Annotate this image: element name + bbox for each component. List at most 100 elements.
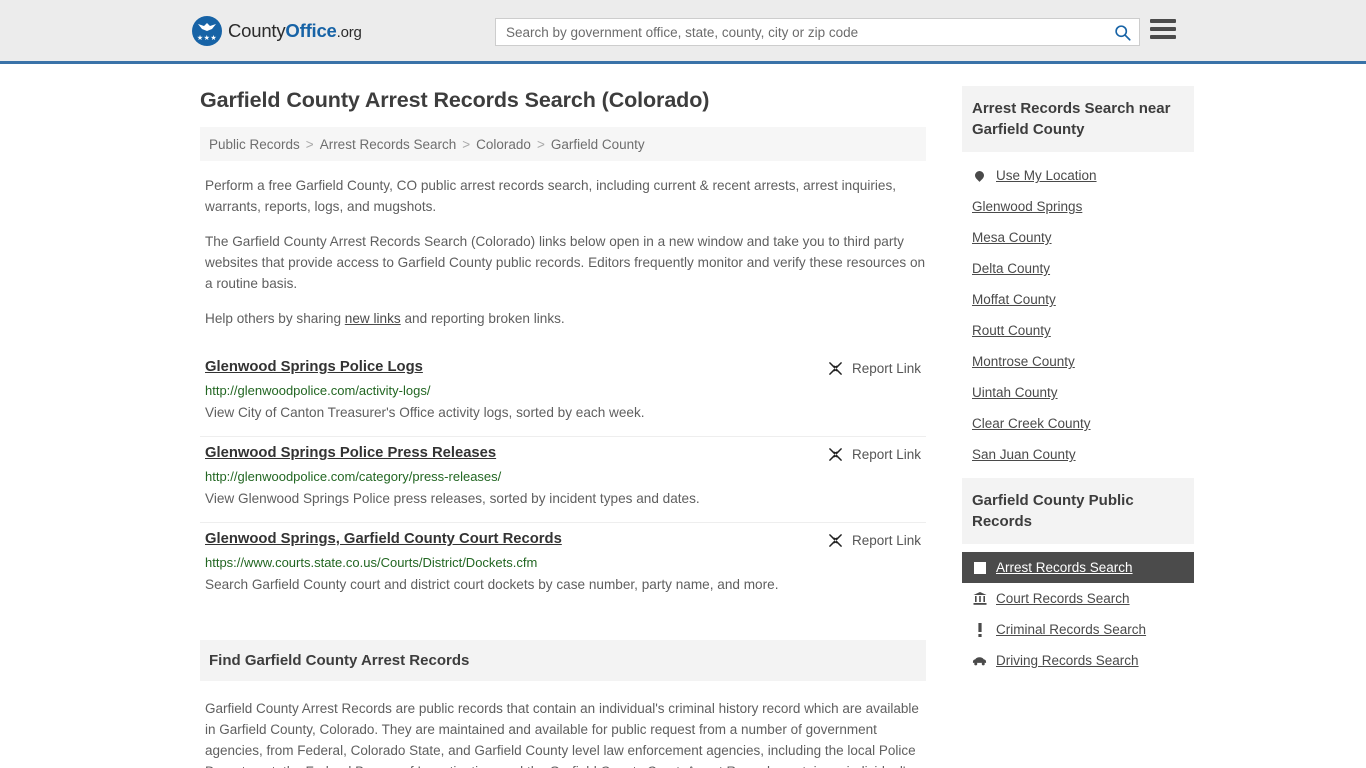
sidebar-item-routt-county[interactable]: Routt County	[962, 315, 1194, 346]
sidebar-item-label: Arrest Records Search	[996, 560, 1133, 575]
list-item: Glenwood Springs Police Logs Report Link…	[200, 351, 926, 437]
hamburger-bar	[1150, 19, 1176, 23]
report-link-button[interactable]: Report Link	[828, 445, 921, 462]
logo-wordmark: CountyOffice.org	[228, 20, 362, 42]
find-records-body: Garfield County Arrest Records are publi…	[200, 698, 926, 768]
sidebar-item-label: Use My Location	[996, 168, 1097, 183]
intro-text: Perform a free Garfield County, CO publi…	[200, 175, 926, 329]
logo-stars: ★★★	[196, 34, 218, 42]
breadcrumb-separator: >	[462, 136, 471, 152]
sidebar-item-label: Clear Creek County	[972, 416, 1091, 431]
list-item: Glenwood Springs, Garfield County Court …	[200, 523, 926, 608]
help-prefix: Help others by sharing	[205, 311, 345, 326]
nearby-searches-list: Use My Location Glenwood Springs Mesa Co…	[962, 152, 1194, 470]
search-input[interactable]	[496, 19, 1105, 45]
nearby-searches-box: Arrest Records Search near Garfield Coun…	[962, 86, 1194, 470]
sidebar-item-court-records-search[interactable]: Court Records Search	[962, 583, 1194, 614]
report-link-label: Report Link	[851, 447, 921, 462]
resource-url[interactable]: http://glenwoodpolice.com/category/press…	[205, 469, 921, 484]
link-row: Glenwood Springs Police Press Releases R…	[205, 445, 921, 462]
sidebar-item-use-my-location[interactable]: Use My Location	[962, 160, 1194, 191]
sidebar-item-uintah-county[interactable]: Uintah County	[962, 377, 1194, 408]
hamburger-bar	[1150, 27, 1176, 31]
countyoffice-eagle-logo-icon: ★★★	[192, 15, 222, 46]
resource-title-link[interactable]: Glenwood Springs Police Logs	[205, 359, 423, 375]
sidebar-item-label: Court Records Search	[996, 591, 1130, 606]
resource-url[interactable]: http://glenwoodpolice.com/activity-logs/	[205, 383, 921, 398]
find-records-paragraph: Garfield County Arrest Records are publi…	[205, 701, 919, 768]
breadcrumb-item-arrest-records-search[interactable]: Arrest Records Search	[320, 137, 457, 152]
sidebar-item-glenwood-springs[interactable]: Glenwood Springs	[962, 191, 1194, 222]
breadcrumb-item-garfield-county[interactable]: Garfield County	[551, 137, 645, 152]
sidebar-item-montrose-county[interactable]: Montrose County	[962, 346, 1194, 377]
resource-url[interactable]: https://www.courts.state.co.us/Courts/Di…	[205, 555, 921, 570]
resource-title-link[interactable]: Glenwood Springs Police Press Releases	[205, 445, 496, 461]
sidebar-item-label: Mesa County	[972, 230, 1052, 245]
public-records-heading: Garfield County Public Records	[972, 492, 1134, 530]
nearby-searches-header: Arrest Records Search near Garfield Coun…	[962, 86, 1194, 152]
car-icon	[972, 656, 987, 666]
breadcrumb-item-colorado[interactable]: Colorado	[476, 137, 531, 152]
report-link-button[interactable]: Report Link	[828, 359, 921, 376]
sidebar-item-san-juan-county[interactable]: San Juan County	[962, 439, 1194, 470]
sidebar-item-driving-records-search[interactable]: Driving Records Search	[962, 645, 1194, 676]
sidebar-item-label: Routt County	[972, 323, 1051, 338]
page-title: Garfield County Arrest Records Search (C…	[200, 88, 710, 112]
hamburger-bar	[1150, 35, 1176, 39]
search-button[interactable]	[1105, 19, 1139, 45]
broken-link-icon	[829, 448, 842, 461]
logo-text-county: County	[228, 19, 286, 41]
search-bar[interactable]	[495, 18, 1140, 46]
report-link-label: Report Link	[851, 533, 921, 548]
search-icon	[1114, 24, 1131, 41]
public-records-box: Garfield County Public Records Arrest Re…	[962, 478, 1194, 676]
resource-description: Search Garfield County court and distric…	[205, 577, 779, 592]
broken-link-icon	[829, 534, 842, 547]
square-icon	[972, 561, 987, 574]
intro-paragraph-1: Perform a free Garfield County, CO publi…	[205, 178, 897, 214]
logo-text-org: .org	[336, 23, 362, 41]
sidebar-item-mesa-county[interactable]: Mesa County	[962, 222, 1194, 253]
sidebar-item-criminal-records-search[interactable]: Criminal Records Search	[962, 614, 1194, 645]
new-links-link[interactable]: new links	[345, 311, 401, 326]
hamburger-menu-icon[interactable]	[1150, 19, 1176, 39]
breadcrumb-item-public-records[interactable]: Public Records	[209, 137, 300, 152]
help-suffix: and reporting broken links.	[400, 311, 565, 326]
eagle-icon	[198, 22, 216, 31]
sidebar-item-label: Uintah County	[972, 385, 1058, 400]
sidebar-item-clear-creek-county[interactable]: Clear Creek County	[962, 408, 1194, 439]
main-content: Garfield County Arrest Records Search (C…	[200, 64, 926, 768]
breadcrumb-separator: >	[536, 136, 545, 152]
nearby-searches-heading: Arrest Records Search near Garfield Coun…	[972, 100, 1171, 138]
sidebar-item-label: Montrose County	[972, 354, 1075, 369]
link-row: Glenwood Springs Police Logs Report Link	[205, 359, 921, 376]
link-row: Glenwood Springs, Garfield County Court …	[205, 531, 921, 548]
site-header: ★★★ CountyOffice.org	[0, 0, 1366, 64]
find-records-header: Find Garfield County Arrest Records	[200, 640, 926, 681]
sidebar-item-label: Moffat County	[972, 292, 1056, 307]
sidebar-item-label: Glenwood Springs	[972, 199, 1083, 214]
resource-description: View City of Canton Treasurer's Office a…	[205, 405, 645, 420]
intro-help-paragraph: Help others by sharing new links and rep…	[205, 308, 926, 329]
breadcrumb: Public Records > Arrest Records Search >…	[200, 127, 926, 161]
resource-title-link[interactable]: Glenwood Springs, Garfield County Court …	[205, 531, 562, 547]
broken-link-icon	[829, 362, 842, 375]
sidebar-item-delta-county[interactable]: Delta County	[962, 253, 1194, 284]
public-records-list: Arrest Records Search Court Records Sear…	[962, 544, 1194, 676]
intro-paragraph-2: The Garfield County Arrest Records Searc…	[205, 234, 926, 291]
public-records-header: Garfield County Public Records	[962, 478, 1194, 544]
sidebar-item-arrest-records-search[interactable]: Arrest Records Search	[962, 552, 1194, 583]
map-pin-icon	[972, 169, 987, 182]
logo-text-office: Office	[285, 19, 337, 41]
sidebar-item-label: Delta County	[972, 261, 1051, 276]
resource-link-list: Glenwood Springs Police Logs Report Link…	[200, 351, 926, 608]
sidebar-item-label: Driving Records Search	[996, 653, 1139, 668]
exclamation-icon	[972, 622, 987, 637]
sidebar-item-moffat-county[interactable]: Moffat County	[962, 284, 1194, 315]
sidebar-item-label: Criminal Records Search	[996, 622, 1147, 637]
report-link-button[interactable]: Report Link	[828, 531, 921, 548]
report-link-label: Report Link	[851, 361, 921, 376]
list-item: Glenwood Springs Police Press Releases R…	[200, 437, 926, 523]
site-logo[interactable]: ★★★ CountyOffice.org	[192, 15, 362, 46]
courthouse-icon	[972, 592, 987, 605]
